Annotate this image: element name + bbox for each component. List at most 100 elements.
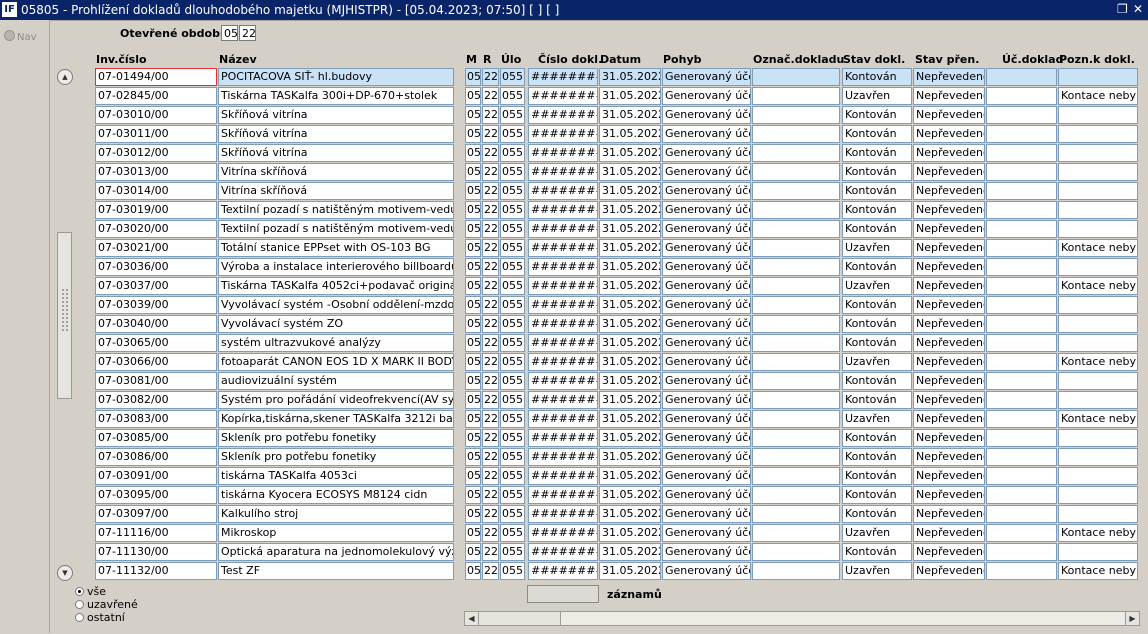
filter-option-all[interactable]: vše [75, 586, 106, 598]
cell-pozn[interactable] [1058, 220, 1138, 238]
cell-ulo[interactable]: 055 [500, 239, 525, 257]
cell-pozn[interactable]: Kontace nebyla [1058, 562, 1138, 580]
cell-pohyb[interactable]: Generovaný účet [662, 125, 751, 143]
cell-pozn[interactable] [1058, 163, 1138, 181]
cell-m[interactable]: 05 [465, 429, 481, 447]
cell-stav-dokl[interactable]: Kontován [842, 182, 912, 200]
cell-datum[interactable]: 31.05.2022 [599, 467, 661, 485]
cell-pohyb[interactable]: Generovaný účet [662, 277, 751, 295]
col-header-pozn[interactable]: Pozn.k dokl. [1059, 53, 1135, 66]
cell-nazev[interactable]: Vyvolávací systém -Osobní oddělení-mzdov… [218, 296, 454, 314]
cell-ulo[interactable]: 055 [500, 106, 525, 124]
cell-m[interactable]: 05 [465, 239, 481, 257]
cell-cislo[interactable]: ########## [528, 296, 598, 314]
cell-stav-pren[interactable]: Nepřevedeno [913, 144, 985, 162]
table-row[interactable]: 07-03065/00 systém ultrazvukové analýzy 05… [0, 334, 1148, 353]
table-row[interactable]: 07-03021/00 Totální stanice EPPset with O… [0, 239, 1148, 258]
col-header-oznac[interactable]: Označ.dokladu [753, 53, 844, 66]
cell-pohyb[interactable]: Generovaný účet [662, 410, 751, 428]
cell-oznac[interactable] [752, 125, 840, 143]
cell-stav-dokl[interactable]: Kontován [842, 391, 912, 409]
cell-pohyb[interactable]: Generovaný účet [662, 258, 751, 276]
cell-datum[interactable]: 31.05.2022 [599, 562, 661, 580]
cell-cislo[interactable]: ########## [528, 125, 598, 143]
cell-pohyb[interactable]: Generovaný účet [662, 543, 751, 561]
cell-inv[interactable]: 07-03086/00 [95, 448, 217, 466]
cell-pozn[interactable] [1058, 334, 1138, 352]
cell-ulo[interactable]: 055 [500, 220, 525, 238]
cell-inv[interactable]: 07-03039/00 [95, 296, 217, 314]
cell-inv[interactable]: 07-11132/00 [95, 562, 217, 580]
cell-stav-dokl[interactable]: Kontován [842, 372, 912, 390]
cell-pohyb[interactable]: Generovaný účet [662, 448, 751, 466]
cell-stav-dokl[interactable]: Kontován [842, 543, 912, 561]
cell-cislo[interactable]: ########## [528, 372, 598, 390]
cell-nazev[interactable]: Tiskárna TASKalfa 300i+DP-670+stolek [218, 87, 454, 105]
cell-oznac[interactable] [752, 239, 840, 257]
cell-r[interactable]: 22 [482, 144, 499, 162]
cell-ulo[interactable]: 055 [500, 543, 525, 561]
cell-m[interactable]: 05 [465, 68, 481, 86]
cell-r[interactable]: 22 [482, 163, 499, 181]
cell-datum[interactable]: 31.05.2022 [599, 391, 661, 409]
cell-cislo[interactable]: ########## [528, 429, 598, 447]
cell-cislo[interactable]: ########## [528, 68, 598, 86]
cell-pohyb[interactable]: Generovaný účet [662, 68, 751, 86]
cell-pozn[interactable]: Kontace nebyla [1058, 277, 1138, 295]
cell-stav-dokl[interactable]: Kontován [842, 429, 912, 447]
cell-stav-dokl[interactable]: Kontován [842, 68, 912, 86]
cell-uc-doklad[interactable] [986, 106, 1057, 124]
cell-nazev[interactable]: Vitrína skříňová [218, 163, 454, 181]
cell-uc-doklad[interactable] [986, 486, 1057, 504]
cell-uc-doklad[interactable] [986, 68, 1057, 86]
table-row[interactable]: 07-03039/00 Vyvolávací systém -Osobní odd… [0, 296, 1148, 315]
cell-oznac[interactable] [752, 372, 840, 390]
cell-pohyb[interactable]: Generovaný účet [662, 334, 751, 352]
cell-stav-dokl[interactable]: Kontován [842, 467, 912, 485]
col-header-r[interactable]: R [483, 53, 491, 66]
cell-cislo[interactable]: ########## [528, 334, 598, 352]
cell-r[interactable]: 22 [482, 467, 499, 485]
cell-pohyb[interactable]: Generovaný účet [662, 220, 751, 238]
cell-uc-doklad[interactable] [986, 410, 1057, 428]
cell-r[interactable]: 22 [482, 543, 499, 561]
cell-datum[interactable]: 31.05.2022 [599, 68, 661, 86]
cell-pozn[interactable]: Kontace nebyla [1058, 239, 1138, 257]
cell-inv[interactable]: 07-03036/00 [95, 258, 217, 276]
cell-nazev[interactable]: Mikroskop [218, 524, 454, 542]
cell-datum[interactable]: 31.05.2022 [599, 315, 661, 333]
cell-r[interactable]: 22 [482, 106, 499, 124]
cell-datum[interactable]: 31.05.2022 [599, 296, 661, 314]
cell-stav-dokl[interactable]: Kontován [842, 448, 912, 466]
cell-datum[interactable]: 31.05.2022 [599, 372, 661, 390]
cell-uc-doklad[interactable] [986, 125, 1057, 143]
cell-ulo[interactable]: 055 [500, 296, 525, 314]
cell-nazev[interactable]: systém ultrazvukové analýzy [218, 334, 454, 352]
cell-oznac[interactable] [752, 467, 840, 485]
cell-cislo[interactable]: ########## [528, 315, 598, 333]
table-row[interactable]: 07-11130/00 Optická aparatura na jednomol… [0, 543, 1148, 562]
cell-m[interactable]: 05 [465, 106, 481, 124]
cell-pozn[interactable] [1058, 144, 1138, 162]
cell-pozn[interactable] [1058, 68, 1138, 86]
cell-uc-doklad[interactable] [986, 353, 1057, 371]
cell-cislo[interactable]: ########## [528, 201, 598, 219]
cell-pozn[interactable] [1058, 543, 1138, 561]
table-row[interactable]: 07-03010/00 Skříňová vitrína 05 22 055 ######… [0, 106, 1148, 125]
cell-pozn[interactable]: Kontace nebyla [1058, 353, 1138, 371]
cell-r[interactable]: 22 [482, 505, 499, 523]
cell-stav-pren[interactable]: Nepřevedeno [913, 505, 985, 523]
cell-pozn[interactable]: Kontace nebyla [1058, 87, 1138, 105]
cell-ulo[interactable]: 055 [500, 429, 525, 447]
cell-nazev[interactable]: Skleník pro potřebu fonetiky [218, 448, 454, 466]
cell-nazev[interactable]: Vitrína skříňová [218, 182, 454, 200]
cell-m[interactable]: 05 [465, 258, 481, 276]
cell-uc-doklad[interactable] [986, 334, 1057, 352]
col-header-inv[interactable]: Inv.číslo [96, 53, 147, 66]
cell-oznac[interactable] [752, 201, 840, 219]
col-header-cislo[interactable]: Číslo dokl. [538, 53, 602, 66]
cell-inv[interactable]: 07-03097/00 [95, 505, 217, 523]
table-row[interactable]: 07-01494/00 POCITACOVA SIŤ- hl.budovy 05 22… [0, 68, 1148, 87]
cell-r[interactable]: 22 [482, 201, 499, 219]
cell-stav-dokl[interactable]: Uzavřen [842, 239, 912, 257]
